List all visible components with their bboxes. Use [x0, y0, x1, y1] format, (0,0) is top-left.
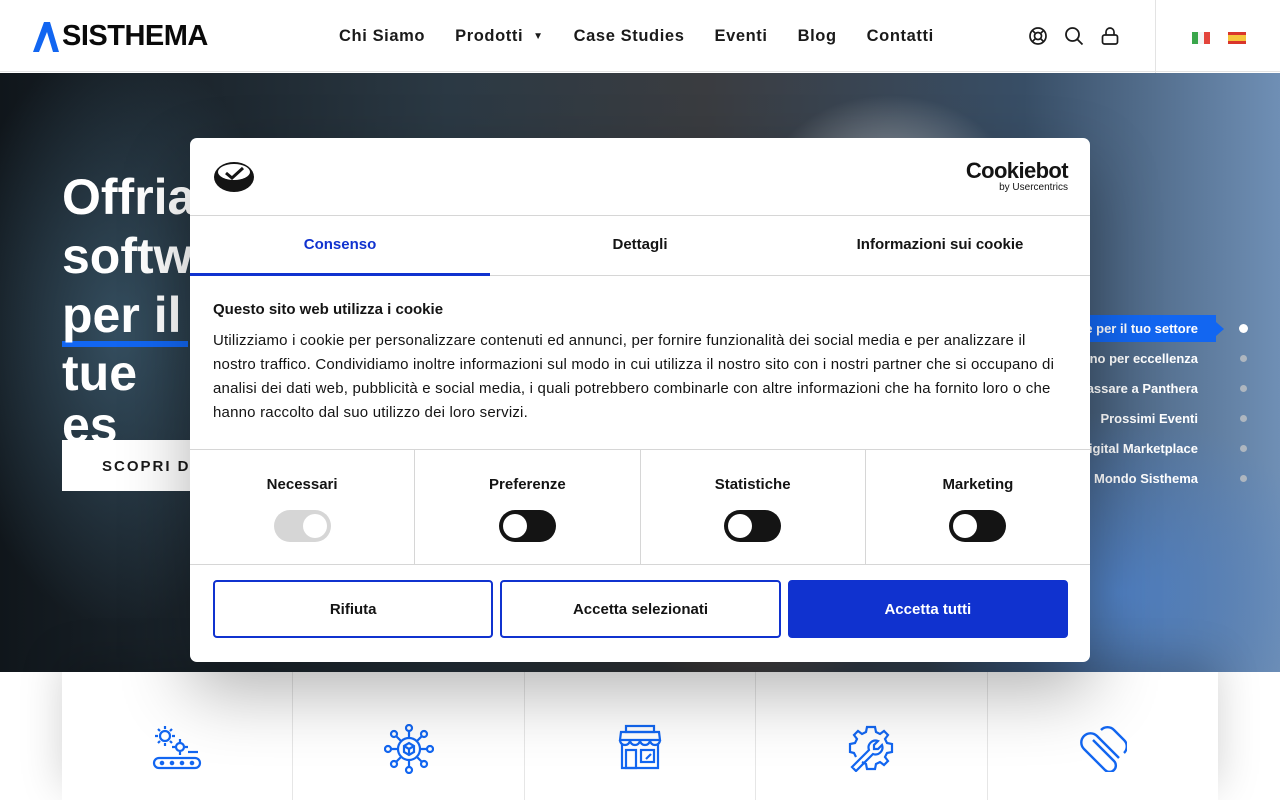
side-nav-dot: [1240, 415, 1247, 422]
nav-item-contatti[interactable]: Contatti: [867, 27, 934, 46]
feature-card[interactable]: [525, 672, 757, 800]
nav-item-eventi[interactable]: Eventi: [714, 27, 767, 46]
nav-item-blog[interactable]: Blog: [798, 27, 837, 46]
side-nav-label: ino per eccellenza: [1086, 350, 1198, 366]
toggle-knob: [302, 514, 327, 538]
cookie-categories: Necessari Preferenze Statistiche Marketi…: [190, 450, 1090, 565]
tab-dettagli[interactable]: Dettagli: [490, 216, 790, 275]
flag-it-icon[interactable]: [1192, 32, 1210, 44]
toggle-knob: [502, 514, 527, 538]
brand-name: Cookiebot: [965, 158, 1069, 183]
flag-es-icon[interactable]: [1228, 32, 1246, 44]
logo-text: SISTHEMA: [62, 20, 208, 52]
tab-consenso[interactable]: Consenso: [190, 216, 490, 276]
side-nav-dot: [1239, 324, 1248, 333]
dialog-actions: Rifiuta Accetta selezionati Accetta tutt…: [190, 565, 1090, 638]
category-preferenze: Preferenze: [415, 450, 641, 564]
side-nav-label: Mondo Sisthema: [1093, 470, 1198, 486]
nav-label: Chi Siamo: [339, 26, 426, 45]
toggle-marketing[interactable]: [949, 510, 1007, 542]
nav-label: Case Studies: [573, 26, 685, 45]
side-nav-dot: [1240, 445, 1247, 452]
category-necessari: Necessari: [190, 450, 416, 564]
cookiebot-brand[interactable]: Cookiebot by Usercentrics: [965, 158, 1069, 194]
category-name: Necessari: [266, 476, 338, 493]
side-nav-label: Prossimi Eventi: [1100, 410, 1198, 426]
features-strip: [62, 672, 1218, 800]
toggle-necessari: [273, 510, 331, 542]
side-nav-label: assare a Panthera: [1086, 380, 1198, 396]
side-nav-label: igital Marketplace: [1088, 440, 1198, 456]
category-name: Statistiche: [714, 476, 791, 493]
feature-card[interactable]: [988, 672, 1218, 800]
reject-button[interactable]: Rifiuta: [213, 580, 494, 638]
nav-item-chi-siamo[interactable]: Chi Siamo: [339, 27, 425, 46]
dialog-heading: Questo sito web utilizza i cookie: [213, 301, 444, 318]
nav-label: Prodotti: [455, 26, 524, 45]
feature-card[interactable]: [293, 672, 525, 800]
toggle-statistiche[interactable]: [724, 510, 782, 542]
category-name: Marketing: [942, 476, 1014, 493]
nav-label: Eventi: [714, 26, 768, 45]
sisthema-logo[interactable]: SISTHEMA: [33, 20, 208, 52]
gear-wrench-icon: [849, 725, 894, 772]
cookiebot-logo-icon: [214, 162, 254, 192]
nav-label: Contatti: [866, 26, 934, 45]
side-nav-dot: [1240, 355, 1247, 362]
tab-informazioni[interactable]: Informazioni sui cookie: [790, 216, 1090, 275]
side-nav-dot: [1240, 385, 1247, 392]
cookie-consent-dialog: Cookiebot by Usercentrics Consenso Detta…: [190, 138, 1090, 662]
category-statistiche: Statistiche: [641, 450, 866, 564]
dialog-header: Cookiebot by Usercentrics: [190, 138, 1090, 216]
dialog-text: Utilizziamo i cookie per personalizzare …: [213, 332, 1055, 421]
toggle-preferenze[interactable]: [498, 510, 556, 542]
paperclip-icon: [1079, 726, 1127, 772]
side-nav-label: e per il tuo settore: [1073, 314, 1224, 342]
brand-sub: by Usercentrics: [999, 182, 1068, 193]
search-icon[interactable]: [1064, 26, 1084, 46]
hero-title-line: per il: [62, 289, 188, 347]
lock-icon[interactable]: [1100, 26, 1120, 46]
header-divider: [1155, 0, 1156, 74]
category-marketing: Marketing: [866, 450, 1090, 564]
category-name: Preferenze: [489, 476, 566, 493]
network-cube-icon: [383, 724, 434, 774]
site-header: SISTHEMA Chi Siamo Prodotti ▼ Case Studie…: [0, 0, 1280, 74]
toggle-knob: [728, 514, 753, 538]
header-icons: [1028, 26, 1120, 46]
caret-down-icon: ▼: [533, 30, 544, 42]
logo-mark-icon: [33, 22, 59, 52]
feature-card[interactable]: [756, 672, 988, 800]
accept-all-button[interactable]: Accetta tutti: [787, 580, 1068, 638]
nav-item-prodotti[interactable]: Prodotti ▼: [455, 27, 544, 46]
toggle-knob: [953, 514, 978, 538]
dialog-tabs: Consenso Dettagli Informazioni sui cooki…: [190, 216, 1090, 276]
accept-selected-button[interactable]: Accetta selezionati: [500, 580, 781, 638]
side-nav-dot: [1240, 475, 1247, 482]
lifebuoy-icon[interactable]: [1028, 26, 1048, 46]
store-icon: [618, 724, 662, 770]
feature-card[interactable]: [62, 672, 294, 800]
nav-item-case-studies[interactable]: Case Studies: [574, 27, 685, 46]
nav-label: Blog: [797, 26, 837, 45]
conveyor-gears-icon: [153, 726, 202, 770]
dialog-body: Questo sito web utilizza i cookie Utiliz…: [190, 276, 1090, 450]
language-switcher: [1192, 32, 1246, 44]
main-nav: Chi Siamo Prodotti ▼ Case Studies Eventi …: [339, 0, 964, 72]
